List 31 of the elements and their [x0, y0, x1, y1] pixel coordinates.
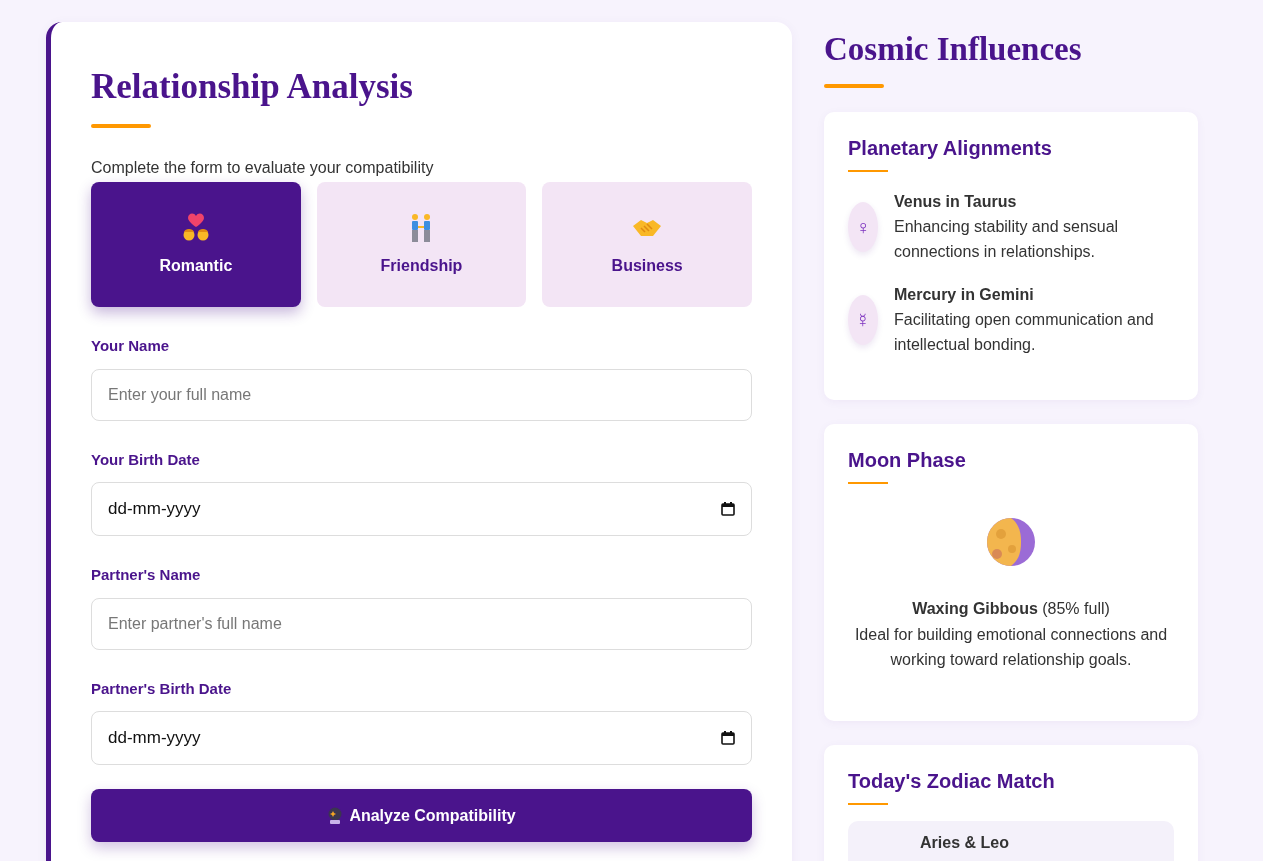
crystal-ball-icon: [327, 807, 344, 824]
field-label: Partner's Name: [91, 565, 202, 585]
planet-description: Enhancing stability and sensual connections in relationships.: [894, 216, 1120, 263]
calendar-icon[interactable]: [721, 502, 735, 516]
form-title: Relationship Analysis: [91, 66, 414, 108]
date-field[interactable]: dd-mm-yyyy: [91, 711, 752, 765]
planet-symbol-icon: ☿: [848, 295, 878, 346]
sidebar-title: Cosmic Influences: [824, 30, 1083, 69]
relationship-type-tab[interactable]: Business: [542, 182, 752, 307]
moon-icon: [987, 517, 1035, 566]
zodiac-match-text: Aries & Leo: [920, 833, 1009, 851]
field-label: Your Name: [91, 336, 171, 356]
moon-phase-text: Waxing Gibbous (85% full): [911, 598, 1111, 619]
input-field[interactable]: Enter partner's full name: [91, 597, 752, 650]
analyze-button[interactable]: Analyze Compatibility: [91, 789, 752, 842]
input-field[interactable]: Enter your full name: [91, 368, 752, 421]
planet-description: Facilitating open communication and intellectual bonding.: [894, 309, 1155, 356]
form-subtitle: Complete the form to evaluate your compatibility: [91, 158, 435, 178]
card-title: Planetary Alignments: [848, 135, 1053, 160]
card-title: Moon Phase: [848, 447, 967, 472]
planet-name: Mercury in Gemini: [894, 284, 1035, 305]
field-label: Partner's Birth Date: [91, 678, 233, 699]
planet-symbol-icon: ♀: [848, 202, 878, 253]
date-field[interactable]: dd-mm-yyyy: [91, 482, 752, 536]
relationship-type-tab[interactable]: Romantic: [91, 182, 301, 307]
relationship-type-tab[interactable]: Friendship: [316, 182, 527, 307]
moon-phase-description: Ideal for building emotional connections and working toward relationship goals.: [853, 624, 1169, 671]
card-title: Today's Zodiac Match: [848, 768, 1056, 793]
calendar-icon[interactable]: [721, 731, 735, 745]
planet-name: Venus in Taurus: [894, 191, 1018, 212]
field-label: Your Birth Date: [91, 449, 201, 470]
